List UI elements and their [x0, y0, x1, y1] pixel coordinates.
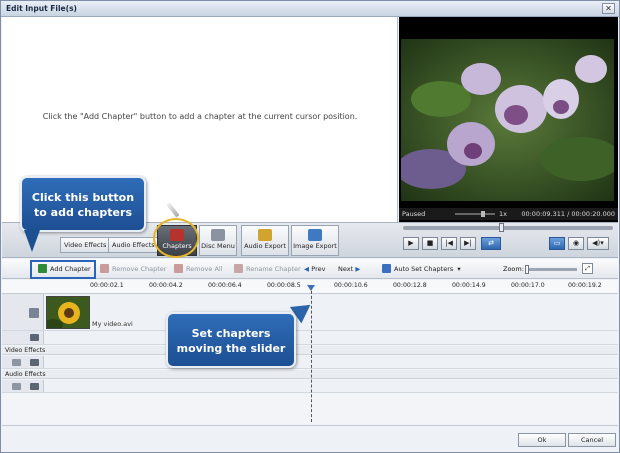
chapters-highlight-ring — [153, 218, 199, 258]
audio-effects-header — [2, 380, 44, 392]
video-effects-row[interactable] — [2, 356, 618, 369]
effect-icon — [30, 359, 39, 366]
ruler-tick: 00:00:02.1 — [90, 282, 124, 289]
auto-set-label: Auto Set Chapters — [394, 265, 454, 273]
remove-chapter-label: Remove Chapter — [112, 265, 167, 273]
seek-slider[interactable] — [403, 223, 613, 232]
volume-slider[interactable] — [455, 211, 495, 217]
ruler-tick: 00:00:19.2 — [568, 282, 602, 289]
zoom-fit-icon[interactable]: ⤢ — [582, 263, 593, 274]
film-icon — [29, 308, 39, 318]
timeline-cursor-handle[interactable] — [307, 285, 315, 291]
auto-set-chapters-button[interactable]: Auto Set Chapters ▾ — [382, 262, 461, 276]
video-clip-thumbnail[interactable] — [46, 296, 90, 329]
video-preview — [399, 17, 618, 222]
ruler-tick: 00:00:14.9 — [452, 282, 486, 289]
ruler-tick: 00:00:12.8 — [393, 282, 427, 289]
play-icon[interactable]: ▶ — [403, 237, 419, 250]
image-export-label: Image Export — [293, 242, 337, 250]
window-title: Edit Input File(s) — [6, 4, 77, 13]
fullscreen-toggle-icon[interactable]: ⇄ — [481, 237, 501, 250]
eye-icon[interactable] — [12, 359, 21, 366]
dialog-button-bar: Ok Cancel — [2, 425, 618, 451]
speaker-icon — [30, 383, 39, 390]
callout-text: Set chapters — [191, 327, 271, 340]
zoom-label: Zoom: — [503, 265, 524, 273]
eye-icon[interactable] — [12, 383, 21, 390]
audio-track-icon — [30, 334, 39, 341]
video-effects-group[interactable]: Video Effects — [2, 346, 618, 355]
callout-text: Click this button — [31, 191, 135, 204]
rename-chapter-button[interactable]: Rename Chapter — [234, 262, 301, 276]
remove-all-label: Remove All — [186, 265, 223, 273]
seek-thumb[interactable] — [499, 223, 505, 232]
video-effects-header — [2, 356, 44, 368]
next-label: Next — [338, 265, 354, 273]
hint-text: Click the "Add Chapter" button to add a … — [42, 112, 358, 121]
audio-effects-row[interactable] — [2, 380, 618, 393]
disc-menu-label: Disc Menu — [201, 242, 235, 250]
image-export-button[interactable]: Image Export — [291, 225, 339, 256]
ruler-tick: 00:00:06.4 — [208, 282, 242, 289]
title-bar: Edit Input File(s) ✕ — [1, 1, 619, 17]
prev-chapter-button[interactable]: ◀ Prev — [304, 262, 325, 276]
remove-all-icon — [174, 264, 183, 273]
player-status-bar: Paused 1x 00:00:09.311 / 00:00:20.000 — [399, 208, 618, 220]
close-icon[interactable]: ✕ — [602, 3, 615, 14]
callout-text: to add chapters — [34, 206, 132, 219]
auto-set-icon — [382, 264, 391, 273]
cancel-button[interactable]: Cancel — [568, 433, 616, 447]
playback-status: Paused — [402, 210, 426, 218]
audio-export-label: Audio Export — [244, 242, 286, 250]
volume-icon[interactable]: ◀)▾ — [587, 237, 609, 250]
monitor-icon[interactable]: ▭ — [549, 237, 565, 250]
volume-thumb[interactable] — [481, 211, 485, 217]
video-track-header — [2, 294, 44, 330]
time-display: 00:00:09.311 / 00:00:20.000 — [521, 210, 615, 218]
callout-text: moving the slider — [176, 342, 286, 355]
next-frame-icon[interactable]: ▶| — [460, 237, 476, 250]
chevron-down-icon: ▾ — [453, 265, 461, 273]
video-frame-image — [401, 39, 614, 201]
zoom-slider[interactable] — [525, 265, 577, 274]
ruler-tick: 00:00:08.5 — [267, 282, 301, 289]
rename-chapter-label: Rename Chapter — [246, 265, 301, 273]
audio-track-row[interactable] — [2, 331, 618, 345]
slider-callout: Set chapters moving the slider — [166, 312, 296, 368]
add-chapters-callout: Click this button to add chapters — [20, 176, 146, 232]
add-chapter-highlight-box — [30, 260, 96, 279]
ruler-tick: 00:00:17.0 — [511, 282, 545, 289]
player-controls: ▶ ■ |◀ ▶| ⇄ ▭ ◉ ◀)▾ — [399, 222, 618, 258]
callout-pointer — [24, 230, 40, 252]
zoom-thumb[interactable] — [525, 265, 529, 274]
disc-menu-icon — [211, 229, 225, 241]
prev-label: Prev — [311, 265, 326, 273]
ruler-tick: 00:00:10.6 — [334, 282, 368, 289]
audio-track-header — [2, 331, 44, 344]
tab-video-effects[interactable]: Video Effects — [60, 237, 111, 253]
audio-export-icon — [258, 229, 272, 241]
stop-icon[interactable]: ■ — [422, 237, 438, 250]
previous-frame-icon[interactable]: |◀ — [441, 237, 457, 250]
rename-chapter-icon — [234, 264, 243, 273]
remove-all-button[interactable]: Remove All — [174, 262, 223, 276]
remove-chapter-button[interactable]: Remove Chapter — [100, 262, 166, 276]
ruler-tick: 00:00:04.2 — [149, 282, 183, 289]
tab-audio-effects[interactable]: Audio Effects — [108, 237, 159, 253]
audio-effects-group[interactable]: Audio Effects — [2, 370, 618, 379]
next-arrow-icon: ▶ — [353, 265, 361, 273]
clip-name: My video.avi — [92, 320, 133, 328]
snapshot-camera-icon[interactable]: ◉ — [568, 237, 584, 250]
next-chapter-button[interactable]: Next ▶ — [338, 262, 360, 276]
remove-chapter-icon — [100, 264, 109, 273]
image-export-icon — [308, 229, 322, 241]
playback-speed: 1x — [499, 210, 507, 218]
disc-menu-button[interactable]: Disc Menu — [199, 225, 237, 256]
ok-button[interactable]: Ok — [518, 433, 566, 447]
audio-export-button[interactable]: Audio Export — [241, 225, 289, 256]
